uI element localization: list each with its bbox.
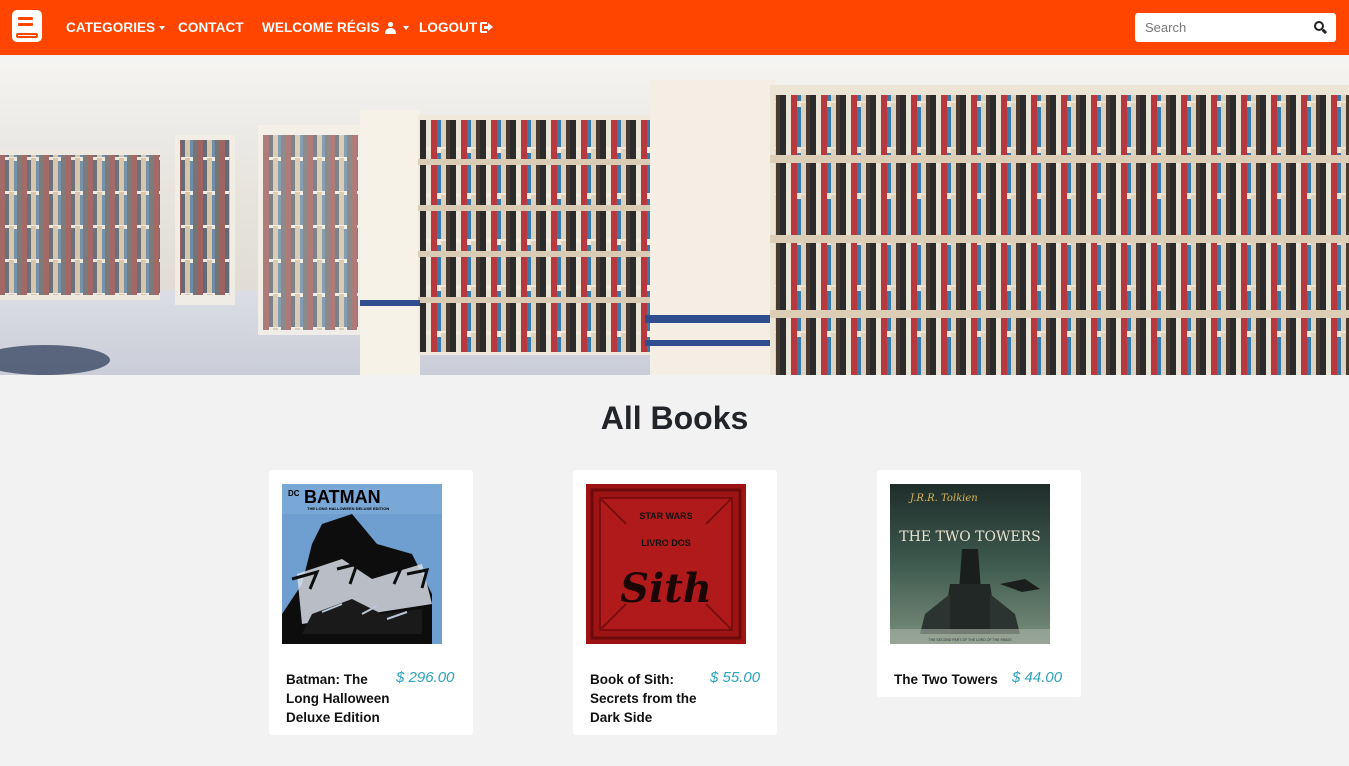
contact-link[interactable]: CONTACT: [178, 0, 244, 55]
logout-icon: [480, 22, 494, 33]
search-button[interactable]: [1304, 13, 1336, 42]
book-title: Batman: The Long Halloween Deluxe Editio…: [286, 672, 390, 725]
search-input[interactable]: [1135, 13, 1304, 42]
user-icon: [384, 21, 396, 34]
book-card[interactable]: DC BATMAN THE LONG HALLOWEEN DELUXE EDIT…: [269, 470, 473, 735]
cover-title: BATMAN: [304, 487, 381, 507]
cover-word: Sith: [620, 565, 712, 612]
user-menu-dropdown[interactable]: WELCOME RÉGIS: [262, 0, 409, 55]
categories-label: CATEGORIES: [66, 20, 156, 35]
book-cover-image: STAR WARS LIVRO DOS Sith: [586, 484, 746, 644]
book-price: $ 44.00: [1012, 669, 1063, 686]
hero-banner-image: [0, 55, 1349, 375]
contact-label: CONTACT: [178, 20, 244, 35]
cover-publisher: DC: [288, 489, 300, 498]
cover-footer: THE SECOND PART OF THE LORD OF THE RINGS: [928, 638, 1012, 642]
caret-down-icon: [402, 25, 409, 30]
cover-author: J.R.R. Tolkien: [908, 493, 978, 504]
book-card[interactable]: STAR WARS LIVRO DOS Sith Book of Sith: S…: [573, 470, 777, 735]
caret-down-icon: [159, 25, 166, 30]
search-form: [1135, 13, 1336, 42]
welcome-label: WELCOME RÉGIS: [262, 20, 380, 35]
book-card[interactable]: J.R.R. Tolkien THE TWO TOWERS THE SECOND…: [877, 470, 1081, 697]
book-cover-image: J.R.R. Tolkien THE TWO TOWERS THE SECOND…: [890, 484, 1050, 644]
logout-label: LOGOUT: [419, 20, 478, 35]
logout-link[interactable]: LOGOUT: [419, 0, 494, 55]
cover-subtitle: THE LONG HALLOWEEN DELUXE EDITION: [307, 506, 389, 511]
book-cover-image: DC BATMAN THE LONG HALLOWEEN DELUXE EDIT…: [282, 484, 442, 644]
top-navbar: CATEGORIES CONTACT WELCOME RÉGIS LOGOUT: [0, 0, 1349, 55]
cover-title: LIVRO DOS: [641, 538, 691, 548]
cover-brand: STAR WARS: [639, 511, 692, 521]
book-icon[interactable]: [12, 10, 42, 42]
library-shelves-illustration: [0, 55, 1349, 375]
page-title: All Books: [600, 400, 749, 436]
book-title: The Two Towers: [894, 672, 998, 687]
book-price: $ 296.00: [396, 669, 455, 686]
book-title: Book of Sith: Secrets from the Dark Side: [590, 672, 697, 725]
categories-dropdown[interactable]: CATEGORIES: [66, 0, 166, 55]
book-price: $ 55.00: [710, 669, 761, 686]
cover-title: THE TWO TOWERS: [899, 529, 1040, 545]
